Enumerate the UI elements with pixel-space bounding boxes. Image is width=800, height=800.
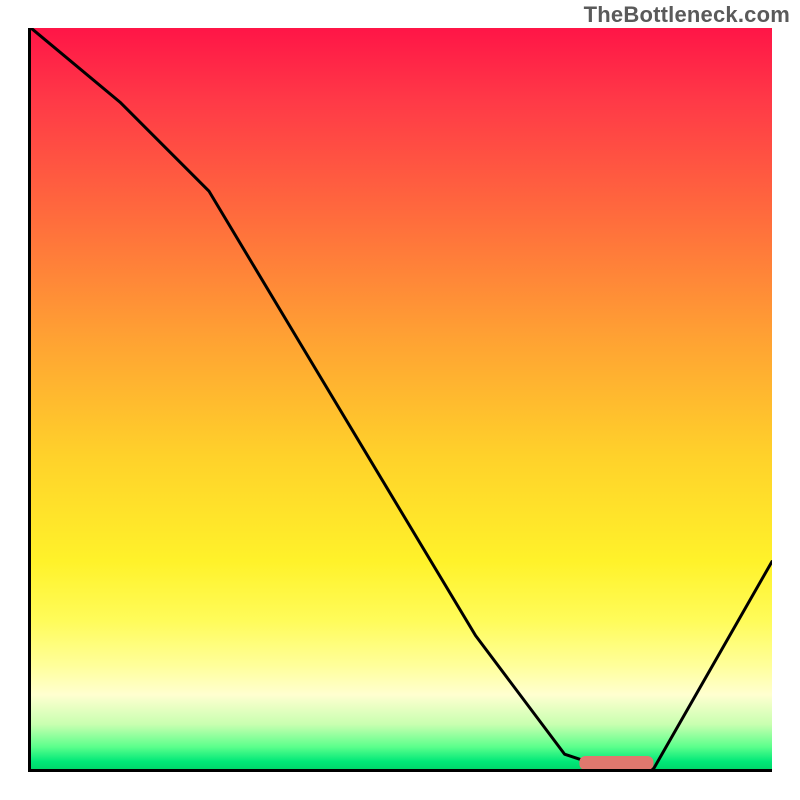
chart-overlay bbox=[31, 28, 772, 769]
plot-area bbox=[28, 28, 772, 772]
chart-frame: TheBottleneck.com bbox=[0, 0, 800, 800]
bottleneck-curve bbox=[31, 28, 772, 769]
optimal-marker bbox=[579, 756, 653, 769]
watermark-text: TheBottleneck.com bbox=[584, 2, 790, 28]
